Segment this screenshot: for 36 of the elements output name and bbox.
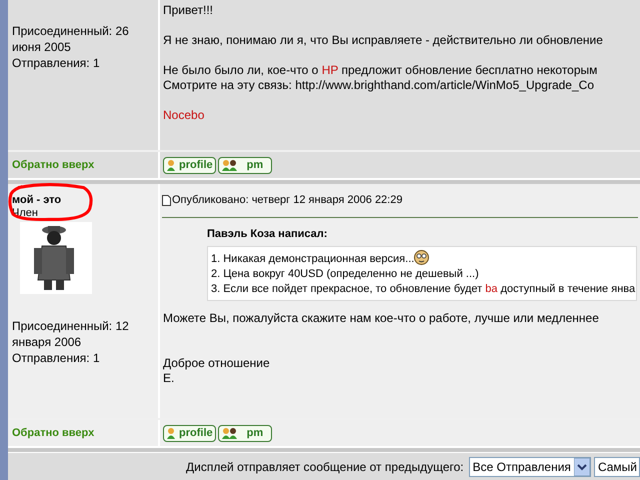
display-label: Дисплей отправляет сообщение от предыдущего: bbox=[186, 458, 464, 476]
message-text: Привет!!! bbox=[163, 3, 214, 17]
pm-button[interactable]: pm bbox=[218, 424, 272, 442]
user-icon bbox=[166, 158, 176, 172]
quote-text: доступный в течение янва bbox=[500, 283, 636, 295]
message-text: Не было было ли, кое-что о bbox=[163, 63, 320, 77]
join-date: Присоединенный: 26 июня 2005 bbox=[12, 23, 130, 55]
username: мой - это bbox=[12, 193, 62, 207]
quote-text: ba bbox=[485, 283, 498, 295]
user-icon bbox=[166, 426, 176, 440]
profile-button[interactable]: profile bbox=[163, 156, 216, 174]
message-text: HP bbox=[322, 63, 338, 77]
post-count: Отправления: 1 bbox=[12, 350, 101, 366]
quote-text: 1. Никакая демонстрационная версия... bbox=[211, 253, 414, 265]
back-to-top-link[interactable]: Обратно вверх bbox=[12, 424, 94, 442]
join-date: Присоединенный: 12 января 2006 bbox=[12, 318, 130, 350]
message-text: Я не знаю, понимаю ли я, что Вы исправляете - действительно ли обновление bbox=[163, 33, 603, 47]
dropdown-arrow-icon bbox=[574, 458, 590, 476]
message-text: Е. bbox=[163, 371, 174, 385]
post-date: Опубликовано: четверг 12 января 2006 22:29 bbox=[172, 193, 402, 208]
quote-text: 3. Если все пойдет прекрасное, то обновление будет bbox=[211, 283, 484, 295]
message-text: предложит обновление бесплатно некоторым bbox=[340, 63, 598, 77]
pm-button[interactable]: pm bbox=[218, 156, 272, 174]
message-text: Смотрите на эту связь: http://www.brighthand.com/article/WinMo5_Upgrade_Co bbox=[163, 78, 594, 92]
order-select[interactable]: Самый bbox=[594, 456, 640, 476]
message-text: Nocebo bbox=[163, 108, 204, 122]
document-icon bbox=[162, 195, 171, 206]
posts-select[interactable]: Все Отправления bbox=[468, 456, 591, 476]
users-icon bbox=[220, 158, 238, 172]
message-text: Можете Вы, пожалуйста скажите нам кое-что о работе, лучше или медленнее bbox=[163, 311, 599, 325]
users-icon bbox=[220, 426, 238, 440]
quote-author: Павэль Коза написал: bbox=[207, 227, 328, 242]
message-text: Доброе отношение bbox=[163, 356, 270, 370]
post-count: Отправления: 1 bbox=[12, 55, 101, 71]
profile-button[interactable]: profile bbox=[163, 424, 216, 442]
quote-text: 2. Цена вокруг 40USD (определенно не дешевый ...) bbox=[211, 268, 479, 280]
